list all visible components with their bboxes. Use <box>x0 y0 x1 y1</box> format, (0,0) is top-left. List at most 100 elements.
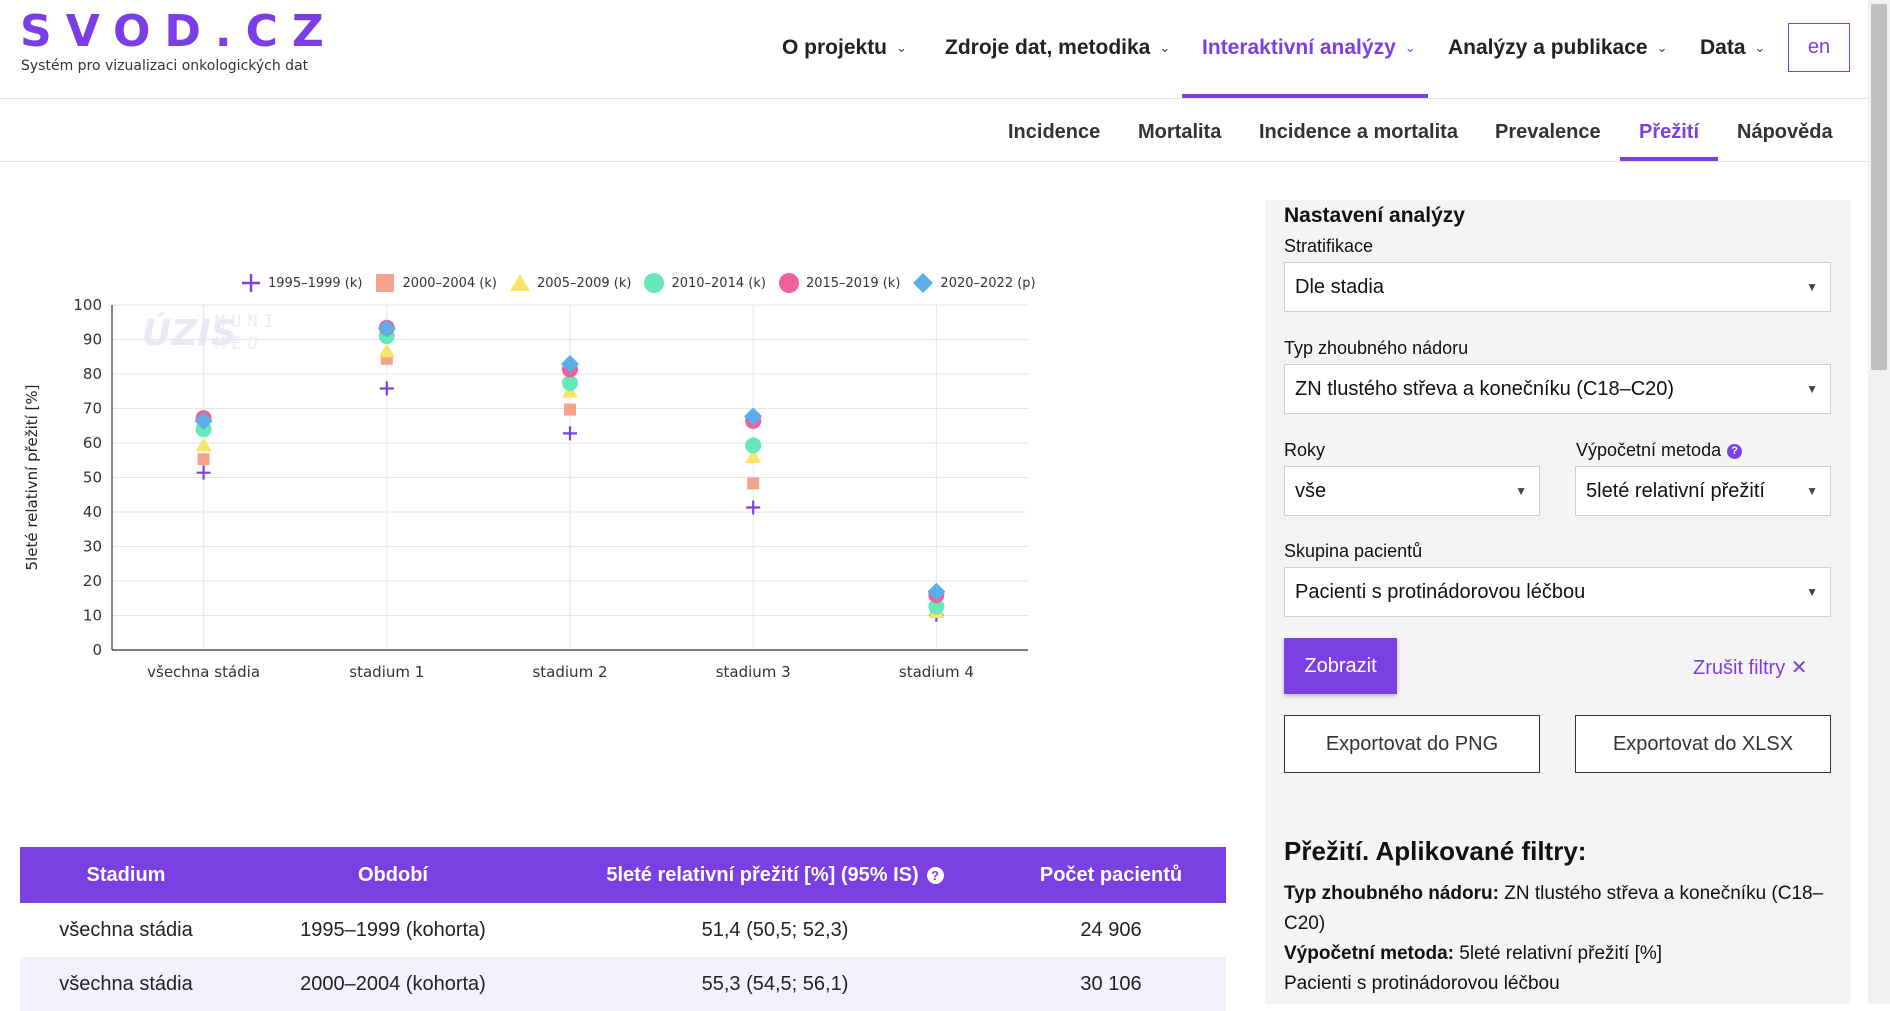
site-tagline: Systém pro vizualizaci onkologických dat <box>21 58 309 74</box>
filter-typ-key: Typ zhoubného nádoru: <box>1284 883 1499 904</box>
cell-stadium: všechna stádia <box>59 918 193 941</box>
y-tick-label: 70 <box>83 400 102 418</box>
stratifikace-select[interactable]: Dle stadia ▼ <box>1284 262 1831 312</box>
x-tick-label: stadium 2 <box>532 663 607 681</box>
nav-zdroje-dat[interactable]: Zdroje dat, metodika ⌄ <box>945 30 1170 66</box>
x-tick-label: stadium 4 <box>899 663 974 681</box>
y-tick-label: 50 <box>83 469 102 487</box>
nav-analyzy-publikace[interactable]: Analýzy a publikace ⌄ <box>1448 30 1668 66</box>
y-tick-label: 20 <box>83 572 102 590</box>
cell-preziti: 55,3 (54,5; 56,1) <box>701 972 849 995</box>
tab-prevalence[interactable]: Prevalence <box>1495 114 1601 150</box>
tab-mortalita[interactable]: Mortalita <box>1138 114 1221 150</box>
chevron-down-icon: ⌄ <box>896 40 907 55</box>
y-tick-label: 40 <box>83 503 102 521</box>
y-axis-label: 5leté relativní přežití [%] <box>23 384 41 570</box>
site-logo[interactable]: SVOD.CZ <box>20 10 338 54</box>
nav-label: Interaktivní analýzy <box>1202 36 1396 59</box>
nav-interaktivni-analyzy[interactable]: Interaktivní analýzy ⌄ <box>1202 30 1416 66</box>
col-header-preziti[interactable]: 5leté relativní přežití [%] (95% IS)? <box>554 847 996 903</box>
y-tick-label: 100 <box>73 296 102 314</box>
header-divider <box>0 98 1868 99</box>
help-icon[interactable]: ? <box>1727 443 1743 459</box>
survival-chart: ÚZISMUNIMED0102030405060708090100všechna… <box>23 296 1028 681</box>
nav-label: Analýzy a publikace <box>1448 36 1648 59</box>
y-tick-label: 30 <box>83 538 102 556</box>
y-tick-label: 10 <box>83 607 102 625</box>
col-header-pocet[interactable]: Počet pacientů <box>996 847 1226 903</box>
export-png-button[interactable]: Exportovat do PNG <box>1284 715 1540 773</box>
table-row: všechna stádia 2000–2004 (kohorta) 55,3 … <box>20 957 1226 1011</box>
subnav-divider <box>0 161 1868 162</box>
x-tick-label: všechna stádia <box>147 663 260 681</box>
y-tick-label: 60 <box>83 434 102 452</box>
col-header-obdobi[interactable]: Období <box>232 847 554 903</box>
zobrazit-button[interactable]: Zobrazit <box>1284 638 1397 694</box>
nav-label: O projektu <box>782 36 888 59</box>
filter-skupina: Pacienti s protinádorovou léčbou <box>1284 973 1560 994</box>
x-tick-label: stadium 3 <box>716 663 791 681</box>
filter-metoda-key: Výpočetní metoda: <box>1284 943 1454 964</box>
table-header: Stadium Období 5leté relativní přežití [… <box>20 847 1226 903</box>
skupina-label: Skupina pacientů <box>1284 541 1423 561</box>
y-tick-label: 90 <box>83 331 102 349</box>
y-tick-label: 80 <box>83 365 102 383</box>
nav-data[interactable]: Data ⌄ <box>1700 30 1765 66</box>
filter-metoda-value: 5leté relativní přežití [%] <box>1459 943 1663 964</box>
data-point-cross <box>379 381 394 396</box>
chevron-down-icon: ⌄ <box>1656 40 1668 55</box>
metoda-select[interactable]: 5leté relativní přežití ▼ <box>1575 466 1831 516</box>
select-value: Pacienti s protinádorovou léčbou <box>1295 580 1586 603</box>
nav-o-projektu[interactable]: O projektu ⌄ <box>782 30 907 66</box>
tab-incidence[interactable]: Incidence <box>1008 114 1100 150</box>
dropdown-arrow-icon: ▼ <box>1806 484 1818 498</box>
watermark-muni: MUNI <box>215 312 280 332</box>
tab-preziti[interactable]: Přežití <box>1639 114 1699 150</box>
nav-label: Data <box>1700 36 1746 59</box>
data-point-square <box>564 403 576 416</box>
y-tick-label: 0 <box>92 641 102 659</box>
table-row: všechna stádia 1995–1999 (kohorta) 51,4 … <box>20 903 1226 957</box>
select-value: Dle stadia <box>1295 275 1384 298</box>
roky-label: Roky <box>1284 440 1326 460</box>
select-value: vše <box>1295 479 1327 502</box>
dropdown-arrow-icon: ▼ <box>1515 484 1527 498</box>
col-header-label: 5leté relativní přežití [%] (95% IS) <box>606 863 919 886</box>
skupina-select[interactable]: Pacienti s protinádorovou léčbou ▼ <box>1284 567 1831 617</box>
chevron-down-icon: ⌄ <box>1159 40 1171 55</box>
export-xlsx-button[interactable]: Exportovat do XLSX <box>1575 715 1831 773</box>
data-point-triangle <box>195 437 212 452</box>
data-point-triangle <box>378 343 395 358</box>
select-value: 5leté relativní přežití <box>1586 479 1765 502</box>
help-icon[interactable]: ? <box>926 866 944 884</box>
x-tick-label: stadium 1 <box>349 663 424 681</box>
scrollbar-thumb[interactable] <box>1871 4 1887 370</box>
stratifikace-label: Stratifikace <box>1284 236 1374 256</box>
chevron-down-icon: ⌄ <box>1754 40 1766 55</box>
close-icon: ✕ <box>1790 657 1808 679</box>
col-header-stadium[interactable]: Stadium <box>20 847 232 903</box>
metoda-label: Výpočetní metoda? <box>1576 440 1743 461</box>
cell-stadium: všechna stádia <box>59 972 193 995</box>
cell-pocet: 30 106 <box>1080 972 1142 995</box>
chevron-down-icon: ⌄ <box>1404 40 1416 55</box>
cell-obdobi: 1995–1999 (kohorta) <box>300 918 486 941</box>
dropdown-arrow-icon: ▼ <box>1806 382 1818 396</box>
dropdown-arrow-icon: ▼ <box>1806 585 1818 599</box>
metoda-label-text: Výpočetní metoda <box>1576 440 1722 460</box>
roky-select[interactable]: vše ▼ <box>1284 466 1540 516</box>
panel-title: Nastavení analýzy <box>1284 204 1465 227</box>
data-point-square <box>197 453 210 466</box>
dropdown-arrow-icon: ▼ <box>1806 280 1818 294</box>
zrusit-filtry-link[interactable]: Zrušit filtry ✕ <box>1693 655 1808 680</box>
cell-pocet: 24 906 <box>1080 918 1142 941</box>
zrusit-filtry-label: Zrušit filtry <box>1693 657 1786 679</box>
tab-napoveda[interactable]: Nápověda <box>1737 114 1833 150</box>
language-button[interactable]: en <box>1788 23 1850 72</box>
nav-label: Zdroje dat, metodika <box>945 36 1151 59</box>
watermark-med: MED <box>215 334 264 354</box>
tab-incidence-mortalita[interactable]: Incidence a mortalita <box>1259 114 1458 150</box>
applied-filters-title: Přežití. Aplikované filtry: <box>1284 836 1587 866</box>
typ-nadoru-select[interactable]: ZN tlustého střeva a konečníku (C18–C20)… <box>1284 364 1831 414</box>
data-point-circle <box>745 437 762 454</box>
